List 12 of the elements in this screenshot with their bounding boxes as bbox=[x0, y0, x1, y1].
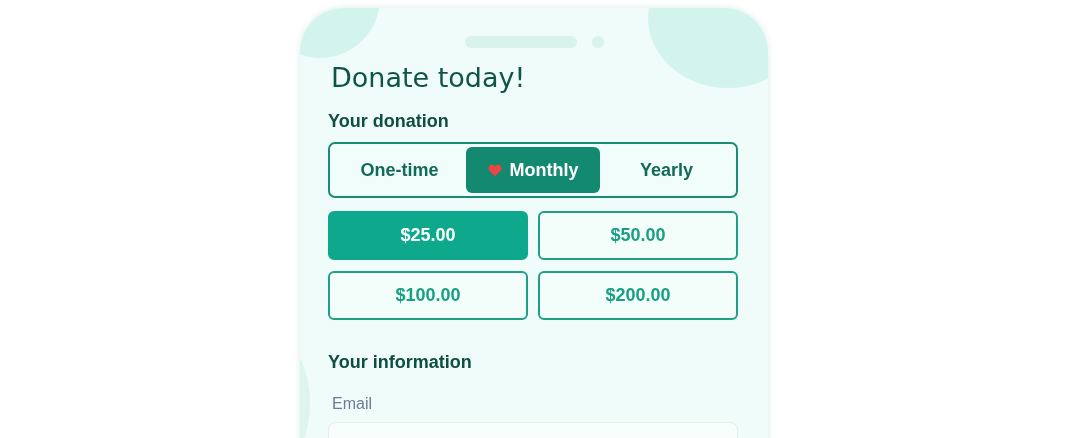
section-heading: Your information bbox=[328, 352, 473, 373]
frequency-tab[interactable]: Monthly bbox=[466, 147, 600, 193]
amount-button[interactable]: $100.00 bbox=[328, 271, 528, 320]
amount-button[interactable]: $25.00 bbox=[328, 211, 528, 260]
field-label: Email bbox=[332, 395, 373, 413]
heart-icon bbox=[487, 163, 502, 177]
frequency-tab[interactable]: Yearly bbox=[600, 147, 733, 193]
page-title: Donate today! bbox=[331, 62, 527, 93]
section-heading: Your donation bbox=[328, 111, 450, 132]
frequency-tab[interactable]: One-time bbox=[333, 147, 466, 193]
amount-button[interactable]: $50.00 bbox=[538, 211, 738, 260]
amount-button[interactable]: $200.00 bbox=[538, 271, 738, 320]
